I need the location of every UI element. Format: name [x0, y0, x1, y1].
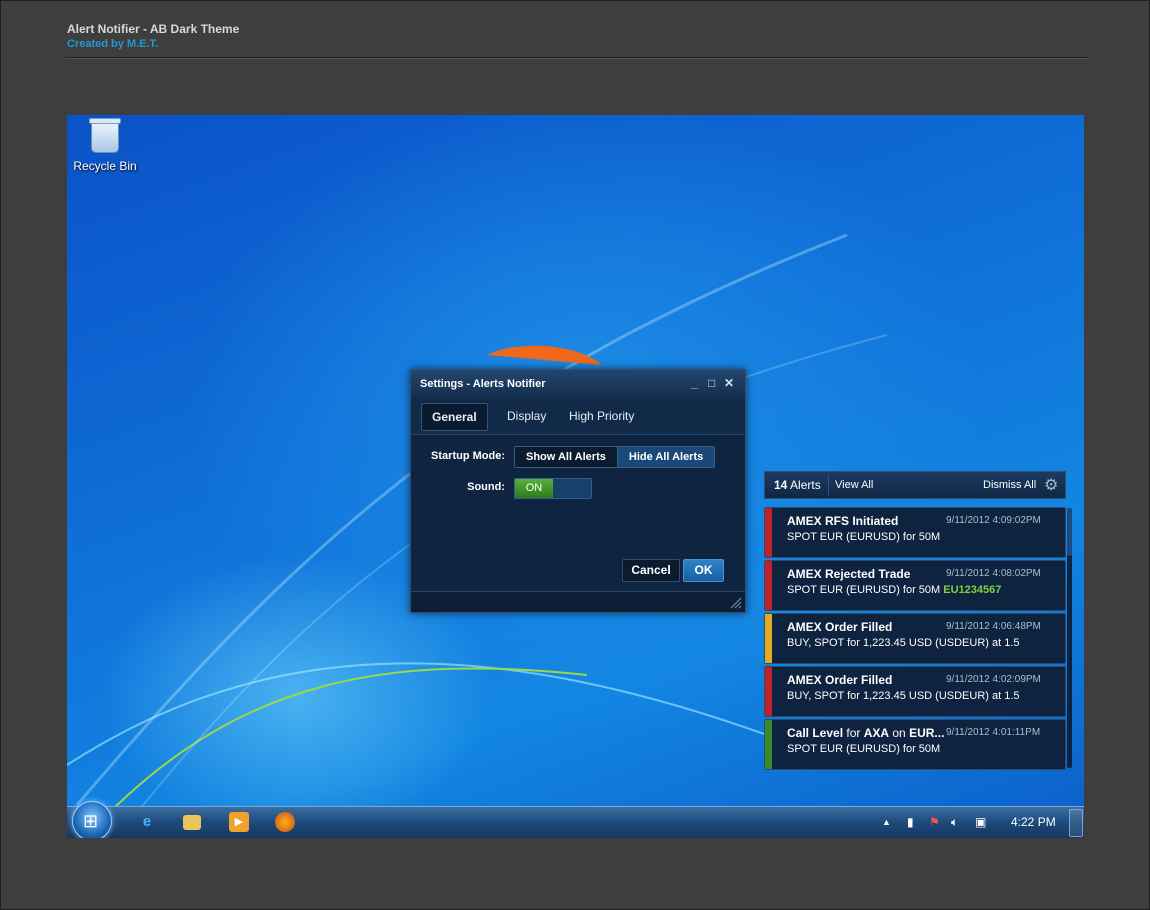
alert-title: AMEX Order Filled	[787, 620, 893, 634]
header-divider	[65, 57, 1088, 58]
alert-item[interactable]: AMEX Order Filled 9/11/2012 4:06:48PM BU…	[764, 613, 1066, 664]
alert-message: SPOT EUR (EURUSD) for 50M	[787, 743, 941, 755]
alert-message: SPOT EUR (EURUSD) for 50M EU1234567	[787, 584, 1002, 596]
network-icon[interactable]: ▣	[975, 815, 986, 829]
explorer-icon[interactable]	[183, 815, 201, 830]
settings-titlebar[interactable]: Settings - Alerts Notifier _ □ ✕	[411, 370, 745, 399]
alerts-header: 14 Alerts View All Dismiss All ⚙	[764, 471, 1066, 499]
dismiss-all-link[interactable]: Dismiss All	[983, 479, 1036, 491]
alert-item[interactable]: AMEX RFS Initiated 9/11/2012 4:09:02PM S…	[764, 507, 1066, 558]
alert-message: BUY, SPOT for 1,223.45 USD (USDEUR) at 1…	[787, 637, 1020, 649]
cancel-button[interactable]: Cancel	[622, 559, 680, 582]
alerts-scrollbar-thumb[interactable]	[1067, 508, 1072, 556]
alert-title: AMEX Order Filled	[787, 673, 893, 687]
alert-priority-bar	[765, 508, 772, 557]
maximize-icon[interactable]: □	[708, 376, 715, 390]
page-subtitle: Created by M.E.T.	[67, 38, 159, 50]
tab-general[interactable]: General	[421, 403, 488, 431]
page-title: Alert Notifier - AB Dark Theme	[67, 22, 240, 36]
startup-mode-label: Startup Mode:	[431, 450, 505, 462]
settings-footer	[411, 591, 745, 612]
resize-grip-icon[interactable]	[730, 597, 742, 609]
alert-time: 9/11/2012 4:06:48PM	[946, 621, 1041, 632]
start-orb-icon[interactable]: ⊞	[72, 801, 112, 838]
show-desktop-button[interactable]	[1069, 809, 1083, 837]
sound-toggle-on: ON	[515, 479, 553, 498]
recycle-bin-icon	[89, 118, 121, 153]
settings-window: Settings - Alerts Notifier _ □ ✕ General…	[410, 369, 746, 613]
alert-time: 9/11/2012 4:09:02PM	[946, 515, 1041, 526]
alert-title: AMEX RFS Initiated	[787, 514, 899, 528]
alert-priority-bar	[765, 667, 772, 716]
recycle-bin[interactable]: Recycle Bin	[73, 118, 137, 173]
settings-tabs: General Display High Priority	[411, 399, 745, 435]
show-hidden-icons-icon[interactable]: ▲	[882, 817, 891, 827]
volume-icon[interactable]: 🔈︎	[951, 815, 958, 830]
hide-all-alerts-option[interactable]: Hide All Alerts	[616, 447, 715, 467]
alerts-scrollbar[interactable]	[1067, 508, 1072, 768]
taskbar-clock[interactable]: 4:22 PM	[1011, 815, 1056, 829]
alert-time: 9/11/2012 4:01:11PM	[946, 727, 1041, 738]
alert-message: SPOT EUR (EURUSD) for 50M	[787, 531, 941, 543]
gear-icon[interactable]: ⚙	[1044, 475, 1058, 495]
alerts-count: 14 Alerts	[774, 478, 821, 492]
show-all-alerts-option[interactable]: Show All Alerts	[515, 447, 617, 467]
alert-title: AMEX Rejected Trade	[787, 567, 911, 581]
settings-title: Settings - Alerts Notifier	[420, 378, 546, 390]
alert-item[interactable]: AMEX Rejected Trade 9/11/2012 4:08:02PM …	[764, 560, 1066, 611]
tab-high-priority[interactable]: High Priority	[559, 403, 644, 429]
minimize-icon[interactable]: _	[691, 376, 698, 390]
alerts-header-divider	[828, 475, 829, 495]
alert-title: Call Level for AXA on EUR...	[787, 726, 945, 740]
alert-priority-bar	[765, 614, 772, 663]
battery-icon[interactable]: ▮	[907, 815, 914, 829]
firefox-icon[interactable]	[275, 812, 295, 832]
recycle-bin-label: Recycle Bin	[73, 159, 137, 173]
action-center-icon[interactable]: ⚑	[929, 815, 940, 829]
tab-display[interactable]: Display	[497, 403, 556, 429]
taskbar: ⊞ e ▶ ▲ ▮ ⚑ 🔈︎ ▣ 4:22 PM	[67, 801, 1084, 838]
view-all-link[interactable]: View All	[835, 479, 873, 491]
ie-icon[interactable]: e	[137, 812, 157, 832]
alert-message: BUY, SPOT for 1,223.45 USD (USDEUR) at 1…	[787, 690, 1020, 702]
ok-button[interactable]: OK	[683, 559, 724, 582]
startup-mode-selector: Show All Alerts Hide All Alerts	[514, 446, 716, 468]
media-player-icon[interactable]: ▶	[229, 812, 249, 832]
alert-time: 9/11/2012 4:02:09PM	[946, 674, 1041, 685]
alert-priority-bar	[765, 720, 772, 769]
alert-item[interactable]: AMEX Order Filled 9/11/2012 4:02:09PM BU…	[764, 666, 1066, 717]
sound-label: Sound:	[467, 481, 505, 493]
sound-toggle[interactable]: ON	[514, 478, 592, 499]
alert-time: 9/11/2012 4:08:02PM	[946, 568, 1041, 579]
alert-item[interactable]: Call Level for AXA on EUR... 9/11/2012 4…	[764, 719, 1066, 770]
alert-reference: EU1234567	[943, 584, 1002, 596]
close-icon[interactable]: ✕	[724, 376, 734, 390]
alert-priority-bar	[765, 561, 772, 610]
